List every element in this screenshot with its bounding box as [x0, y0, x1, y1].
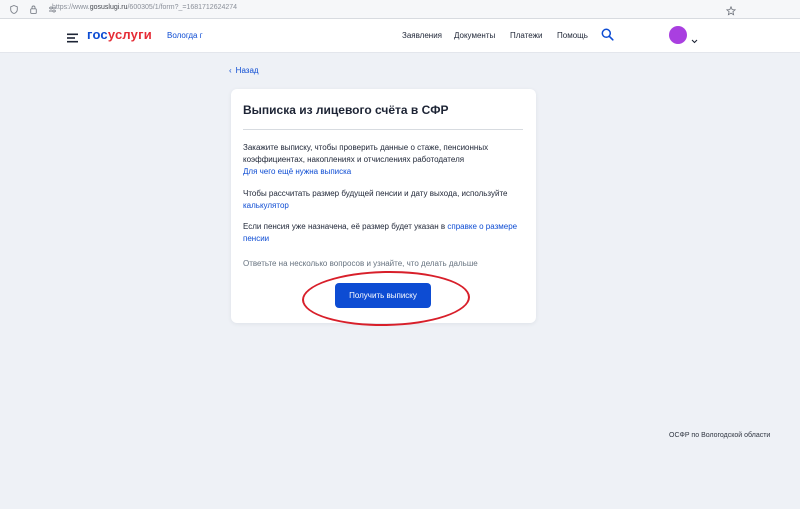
- questions-prompt: Ответьте на несколько вопросов и узнайте…: [243, 259, 478, 268]
- logo-part-uslugi: услуги: [107, 27, 152, 42]
- nav-documents[interactable]: Документы: [454, 31, 495, 40]
- url-prefix: https://www.: [52, 4, 90, 11]
- intro-paragraph: Закажите выписку, чтобы проверить данные…: [243, 142, 525, 178]
- back-label: Назад: [235, 66, 259, 75]
- page-title: Выписка из лицевого счёта в СФР: [243, 103, 449, 117]
- chevron-left-icon: ‹: [229, 66, 232, 75]
- why-extract-link[interactable]: Для чего ещё нужна выписка: [243, 167, 351, 176]
- divider: [243, 129, 523, 130]
- search-icon[interactable]: [601, 28, 614, 46]
- avatar[interactable]: [669, 26, 687, 44]
- chevron-down-icon[interactable]: [691, 31, 698, 49]
- nav-applications[interactable]: Заявления: [402, 31, 442, 40]
- calculator-text: Чтобы рассчитать размер будущей пенсии и…: [243, 189, 508, 198]
- gosuslugi-logo[interactable]: госуслуги: [87, 27, 152, 42]
- shield-icon[interactable]: [9, 4, 19, 14]
- pension-certificate-link-cont[interactable]: пенсии: [243, 234, 269, 243]
- lock-icon[interactable]: [28, 4, 38, 14]
- footer-watermark: ОСФР по Вологодской области: [669, 432, 771, 439]
- intro-text: Закажите выписку, чтобы проверить данные…: [243, 143, 489, 164]
- browser-address-bar: https://www.gosuslugi.ru/600305/1/form?_…: [0, 0, 800, 19]
- pension-paragraph: Если пенсия уже назначена, её размер буд…: [243, 221, 525, 245]
- nav-payments[interactable]: Платежи: [510, 31, 542, 40]
- region-selector[interactable]: Вологда г: [167, 31, 203, 40]
- site-header: госуслуги Вологда г Заявления Документы …: [0, 19, 800, 53]
- url-domain: gosuslugi.ru: [89, 4, 128, 11]
- calculator-paragraph: Чтобы рассчитать размер будущей пенсии и…: [243, 188, 525, 212]
- nav-help[interactable]: Помощь: [557, 31, 588, 40]
- back-link[interactable]: ‹ Назад: [229, 66, 259, 75]
- calculator-link[interactable]: калькулятор: [243, 201, 289, 210]
- pension-certificate-link[interactable]: справке о размере: [447, 222, 517, 231]
- pension-text: Если пенсия уже назначена, её размер буд…: [243, 222, 446, 231]
- logo-part-gos: гос: [87, 27, 108, 42]
- url-path: /600305/1/form?_=1681712624274: [127, 4, 238, 11]
- url-field[interactable]: https://www.gosuslugi.ru/600305/1/form?_…: [52, 4, 237, 11]
- menu-icon[interactable]: [67, 30, 79, 48]
